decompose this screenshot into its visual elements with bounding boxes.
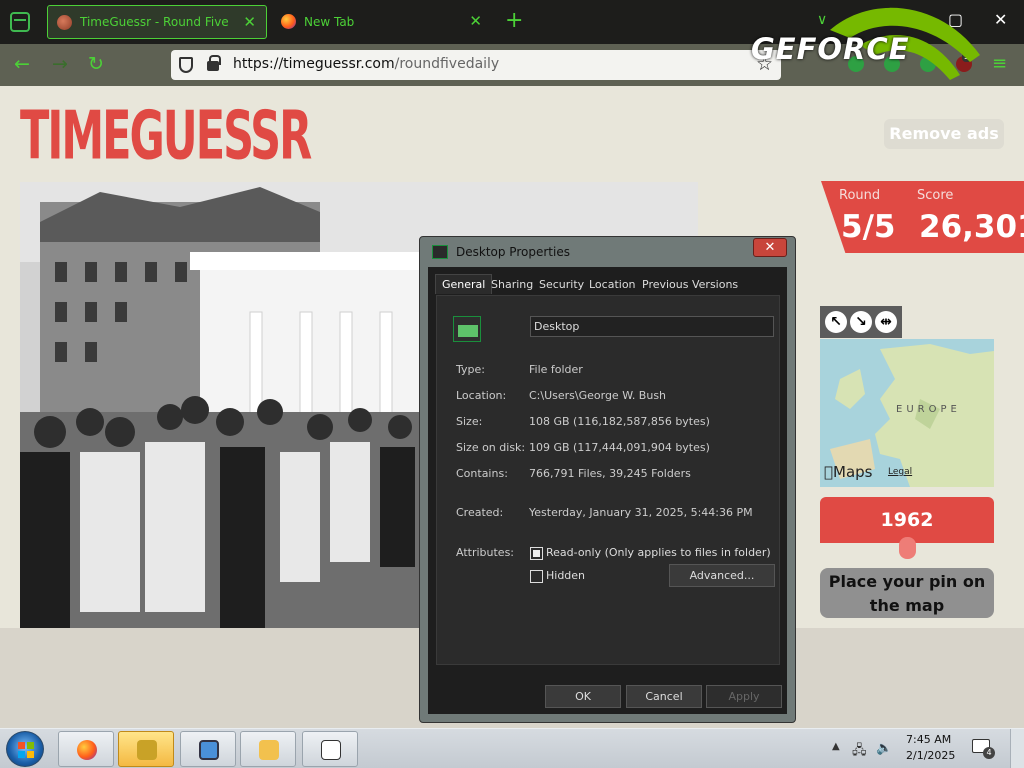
type-label: Type: <box>456 363 485 376</box>
size-label: Size: <box>456 415 483 428</box>
url-path: /roundfivedaily <box>394 56 500 72</box>
ok-button[interactable]: OK <box>545 685 621 708</box>
score-panel: Round 5/5 Score 26,301 <box>821 181 1024 253</box>
tab-new-tab[interactable]: New Tab ✕ <box>272 5 492 39</box>
tray-expand-icon[interactable]: ▲ <box>832 741 840 752</box>
score-value: 26,301 <box>919 209 1024 245</box>
size-value: 108 GB (116,182,587,856 bytes) <box>529 415 710 428</box>
clock-date[interactable]: 2/1/2025 <box>906 749 955 762</box>
windows-logo-icon <box>18 742 34 758</box>
created-label: Created: <box>456 506 504 519</box>
clock-time[interactable]: 7:45 AM <box>906 733 951 746</box>
tab-location[interactable]: Location <box>589 278 636 291</box>
remove-ads-button[interactable]: Remove ads <box>884 119 1004 149</box>
hidden-label: Hidden <box>546 569 586 582</box>
forward-arrow-icon[interactable]: → <box>52 53 68 75</box>
firefox-icon <box>77 740 97 760</box>
taskbar-properties-window[interactable] <box>302 731 358 767</box>
notification-count: 4 <box>983 747 995 759</box>
cancel-button[interactable]: Cancel <box>626 685 702 708</box>
taskbar-firefox[interactable] <box>58 731 114 767</box>
pin-map-icon[interactable]: ⇹ <box>875 311 897 333</box>
map-toolbar: ↖ ↘ ⇹ <box>820 306 902 338</box>
size-on-disk-value: 109 GB (117,444,091,904 bytes) <box>529 441 710 454</box>
tab-close-icon[interactable]: ✕ <box>469 12 482 30</box>
reload-icon[interactable]: ↻ <box>88 53 104 75</box>
url-text[interactable]: https://timeguessr.com/roundfivedaily <box>233 56 499 72</box>
start-button[interactable] <box>6 731 44 767</box>
folder-large-icon <box>453 316 481 342</box>
hidden-checkbox[interactable] <box>530 570 543 583</box>
shrink-map-icon[interactable]: ↘ <box>850 311 872 333</box>
url-bar[interactable]: https://timeguessr.com/roundfivedaily ☆ <box>171 50 781 80</box>
readonly-label: Read-only (Only applies to files in fold… <box>546 546 771 559</box>
location-value: C:\Users\George W. Bush <box>529 389 667 402</box>
round-label: Round <box>839 188 881 203</box>
general-panel: Desktop Type: File folder Location: C:\U… <box>436 295 780 665</box>
tab-title: New Tab <box>304 15 355 29</box>
network-icon[interactable]: 🖧 <box>852 741 867 763</box>
back-arrow-icon[interactable]: ← <box>14 53 30 75</box>
tab-timeguessr[interactable]: TimeGuessr - Round Five ✕ <box>47 5 267 39</box>
volume-icon[interactable]: 🔈 <box>876 741 892 756</box>
geforce-logo: GEFORCE <box>751 32 910 66</box>
show-desktop-button[interactable] <box>1010 729 1024 768</box>
dialog-close-button[interactable]: ✕ <box>753 238 787 257</box>
tab-list-icon[interactable] <box>10 12 30 32</box>
computer-icon <box>199 740 219 760</box>
guess-map[interactable]: EUROPE Maps Legal <box>820 339 994 487</box>
properties-window-icon <box>321 740 341 760</box>
tab-previous-versions[interactable]: Previous Versions <box>642 278 738 291</box>
type-value: File folder <box>529 363 583 376</box>
folder-icon <box>432 245 448 259</box>
tab-sharing[interactable]: Sharing <box>491 278 533 291</box>
folder-name-field[interactable]: Desktop <box>530 316 774 337</box>
desktop-properties-dialog: Desktop Properties ✕ General Sharing Sec… <box>419 236 796 723</box>
tab-security[interactable]: Security <box>539 278 584 291</box>
dialog-body: General Sharing Security Location Previo… <box>428 267 787 714</box>
close-window-button[interactable]: ✕ <box>994 10 1007 29</box>
advanced-button[interactable]: Advanced... <box>669 564 775 587</box>
year-slider-handle[interactable] <box>899 537 916 559</box>
maps-brand-text: Maps <box>824 463 872 481</box>
contains-label: Contains: <box>456 467 508 480</box>
location-label: Location: <box>456 389 507 402</box>
lock-icon[interactable] <box>207 55 221 71</box>
hamburger-menu-icon[interactable]: ≡ <box>992 53 1007 74</box>
apply-button[interactable]: Apply <box>706 685 782 708</box>
attributes-label: Attributes: <box>456 546 515 559</box>
tab-general[interactable]: General <box>435 274 493 294</box>
taskbar-explorer[interactable] <box>240 731 296 767</box>
bee-app-icon <box>137 740 157 760</box>
expand-map-icon[interactable]: ↖ <box>825 311 847 333</box>
apple-maps-logo[interactable]: Maps <box>824 463 873 481</box>
contains-value: 766,791 Files, 39,245 Folders <box>529 467 691 480</box>
firefox-favicon-icon <box>281 14 296 29</box>
taskbar-app-bee[interactable] <box>118 731 174 767</box>
timeguessr-logo[interactable]: TIMEGUESSR <box>20 98 312 176</box>
size-on-disk-label: Size on disk: <box>456 441 526 454</box>
new-tab-plus-icon[interactable]: + <box>505 8 523 33</box>
explorer-folder-icon <box>259 740 279 760</box>
taskbar-computer[interactable] <box>180 731 236 767</box>
tracking-shield-icon[interactable] <box>179 57 193 73</box>
place-pin-button[interactable]: Place your pin on the map <box>820 568 994 618</box>
readonly-checkbox[interactable] <box>530 547 543 560</box>
round-value: 5/5 <box>841 209 896 245</box>
created-value: Yesterday, January 31, 2025, 5:44:36 PM <box>529 506 753 519</box>
dialog-title: Desktop Properties <box>456 245 570 259</box>
map-region-label: EUROPE <box>896 404 961 415</box>
timeguessr-favicon-icon <box>57 15 72 30</box>
taskbar: ▲ 🖧 🔈 7:45 AM 2/1/2025 4 <box>0 728 1024 768</box>
map-legal-link[interactable]: Legal <box>888 467 912 477</box>
tab-title: TimeGuessr - Round Five <box>80 15 229 29</box>
score-label: Score <box>917 188 954 203</box>
url-host: https://timeguessr.com <box>233 56 395 72</box>
tab-close-icon[interactable]: ✕ <box>243 13 256 31</box>
